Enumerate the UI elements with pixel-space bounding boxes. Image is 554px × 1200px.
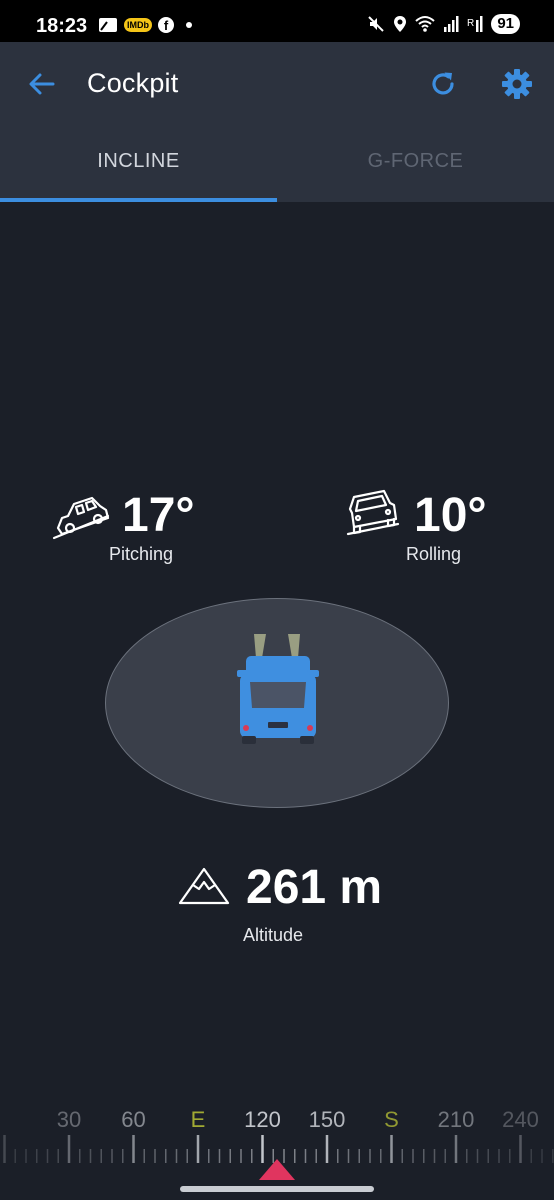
facebook-icon: f <box>158 17 174 33</box>
vehicle-rear-icon <box>237 634 319 744</box>
app-bar: Cockpit INCLINE G-FORCE <box>0 42 554 202</box>
compass-label-s: S <box>384 1107 399 1132</box>
svg-text:R: R <box>467 18 474 29</box>
compass-label-e: E <box>190 1107 206 1132</box>
tab-g-force[interactable]: G-FORCE <box>277 150 554 173</box>
compass-strip[interactable]: 30 60 E 120 150 S 210 240 <box>0 1095 554 1200</box>
pitching-car-icon <box>52 496 110 540</box>
rolling-car-icon <box>346 489 400 536</box>
tab-selected-indicator <box>0 198 277 202</box>
compass-label-240: 240 <box>502 1107 539 1132</box>
compass-label-120: 120 <box>244 1107 281 1132</box>
more-notifications-icon <box>186 22 192 28</box>
altitude-value: 261 m <box>246 861 383 914</box>
signal-icon <box>444 16 459 32</box>
cast-icon <box>99 18 117 32</box>
altitude-label: Altitude <box>243 925 304 945</box>
rolling-value: 10° <box>414 489 487 542</box>
location-icon <box>394 16 407 32</box>
status-time: 18:23 <box>36 15 88 37</box>
mountain-icon <box>178 867 230 905</box>
pitching-label: Pitching <box>109 544 174 564</box>
signal-roaming-icon: R <box>467 16 483 32</box>
compass-label-60: 60 <box>121 1107 146 1132</box>
back-arrow-icon[interactable] <box>26 68 58 100</box>
page-title: Cockpit <box>87 68 179 98</box>
wifi-icon <box>415 16 435 32</box>
refresh-icon[interactable] <box>427 68 459 100</box>
imdb-icon: IMDb <box>124 18 152 32</box>
compass-label-150: 150 <box>308 1107 346 1132</box>
heading-marker-icon <box>259 1159 295 1180</box>
battery-indicator: 91 <box>491 14 520 34</box>
compass-label-30: 30 <box>56 1107 82 1132</box>
pitching-value: 17° <box>122 489 195 542</box>
notification-icons: IMDb f <box>98 16 192 34</box>
compass-label-210: 210 <box>437 1107 475 1132</box>
settings-gear-icon[interactable] <box>500 67 534 101</box>
mute-icon <box>368 16 385 32</box>
status-bar: 18:23 IMDb f R 91 <box>0 0 554 42</box>
rolling-label: Rolling <box>406 544 462 564</box>
home-indicator[interactable] <box>180 1186 374 1192</box>
tab-incline[interactable]: INCLINE <box>0 150 277 173</box>
system-icons: R 91 <box>367 14 520 34</box>
